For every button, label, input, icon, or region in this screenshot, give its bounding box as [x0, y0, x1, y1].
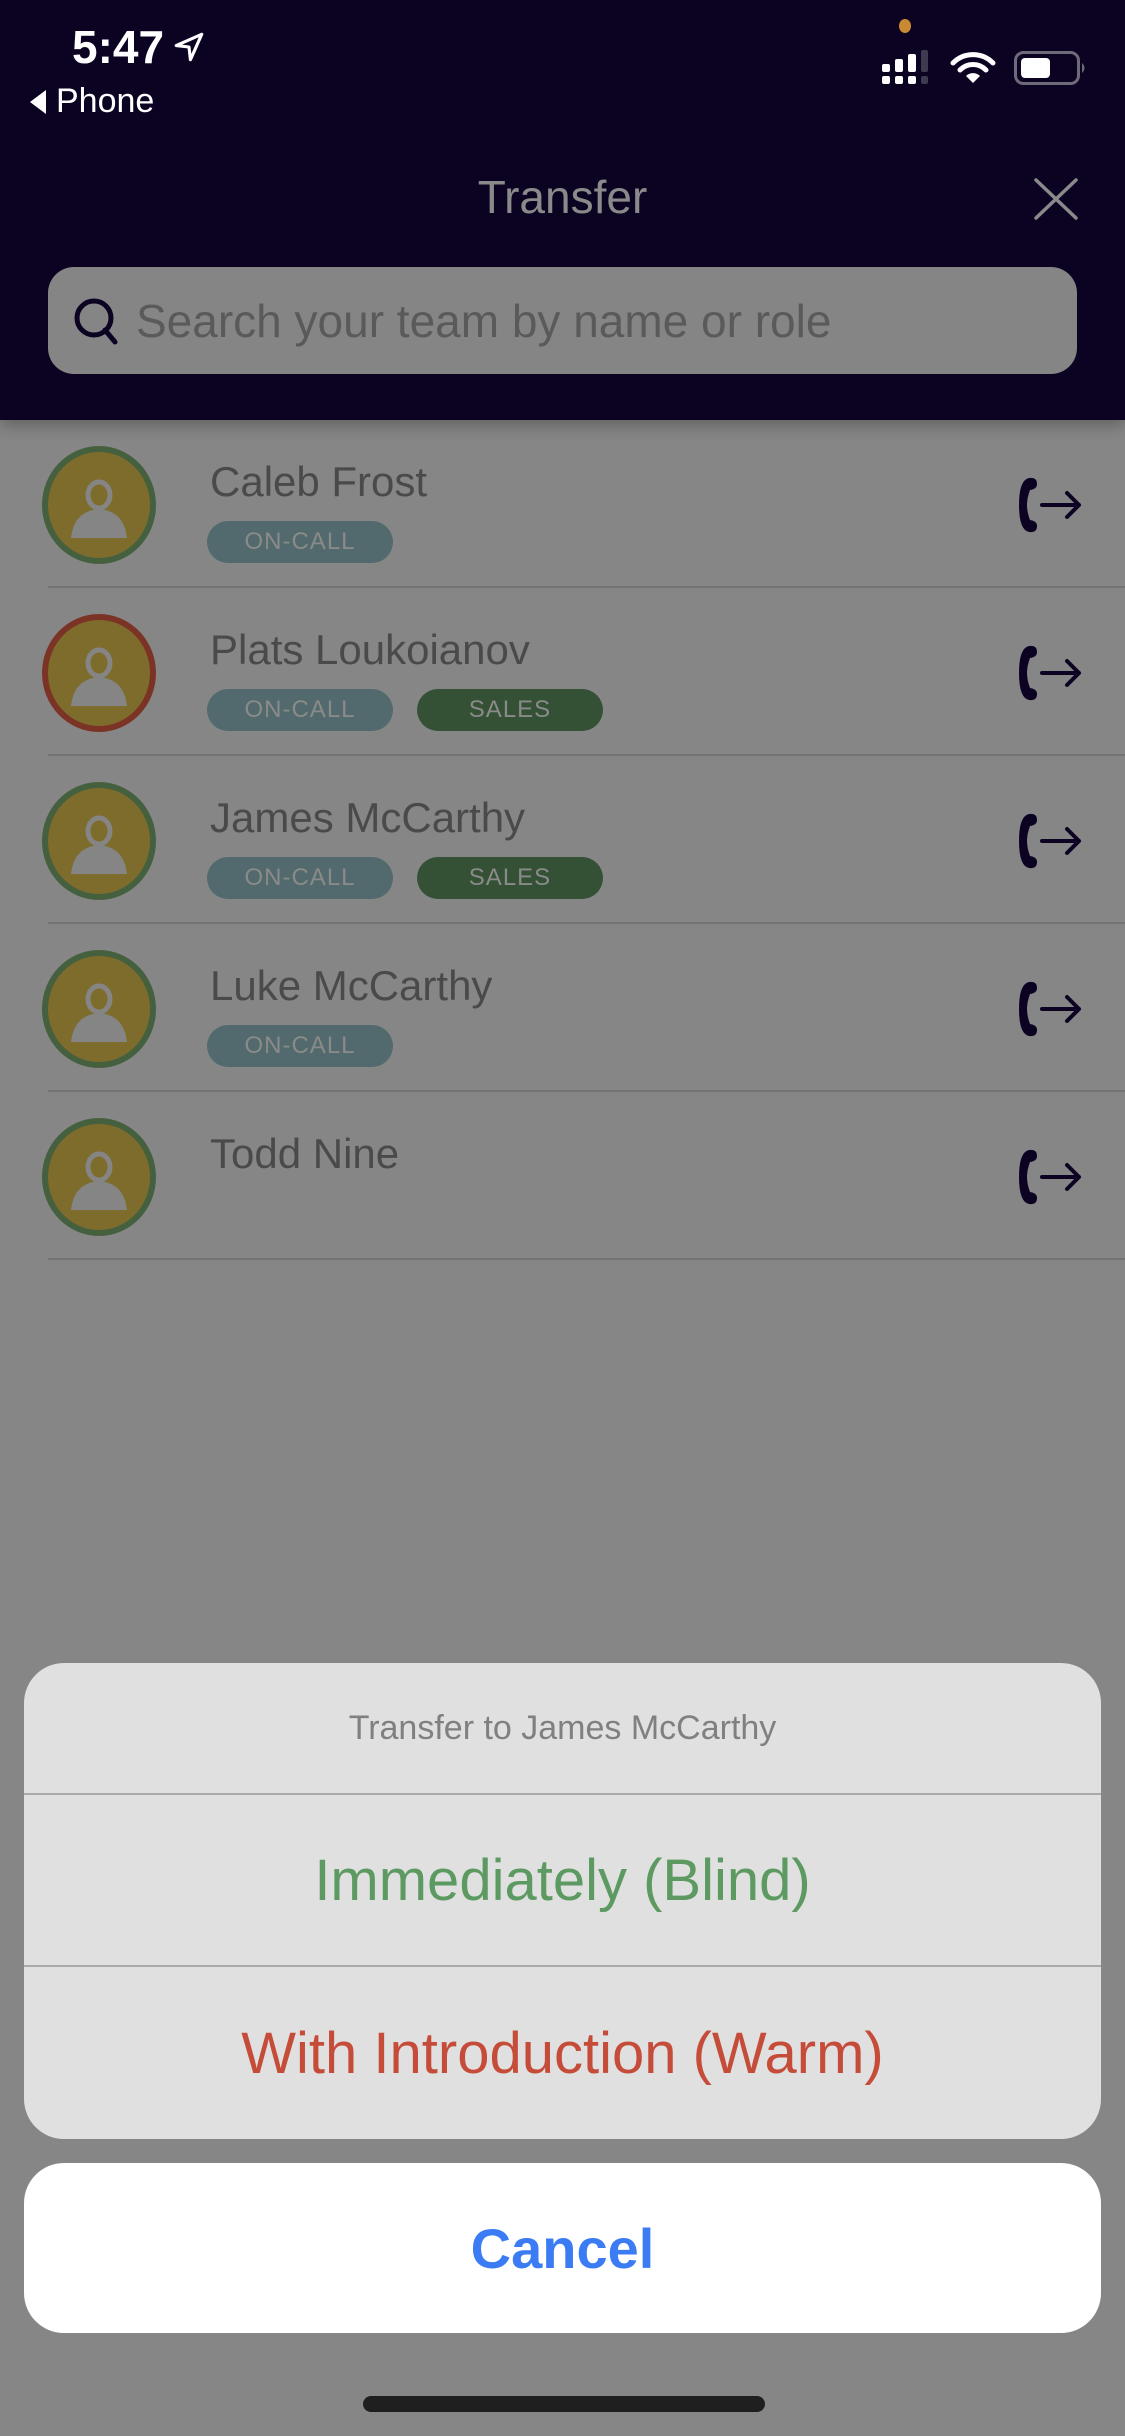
on-call-tag: ON-CALL: [207, 689, 393, 731]
phone-transfer-icon: [1019, 981, 1081, 1037]
transfer-call-button[interactable]: [1015, 470, 1085, 540]
team-member-row[interactable]: Luke McCarthy ON-CALL: [0, 924, 1125, 1092]
member-tags: ON-CALL SALES: [207, 689, 603, 731]
back-to-app-link[interactable]: Phone: [30, 82, 154, 121]
team-list: Caleb Frost ON-CALL Plats Loukoianov ON-…: [0, 420, 1125, 1260]
phone-transfer-icon: [1019, 813, 1081, 869]
battery-icon: [1014, 51, 1085, 85]
member-tags: ON-CALL: [207, 521, 393, 563]
header: 5:47 Phone Transfer: [0, 0, 1125, 420]
team-member-row[interactable]: James McCarthy ON-CALL SALES: [0, 756, 1125, 924]
transfer-call-button[interactable]: [1015, 974, 1085, 1044]
team-member-row[interactable]: Plats Loukoianov ON-CALL SALES: [0, 588, 1125, 756]
person-placeholder-icon: [71, 983, 127, 1042]
status-time: 5:47: [72, 20, 206, 74]
person-placeholder-icon: [71, 815, 127, 874]
team-member-row[interactable]: Todd Nine: [0, 1092, 1125, 1260]
page-title: Transfer: [477, 171, 648, 223]
phone-transfer-icon: [1019, 477, 1081, 533]
member-name: James McCarthy: [210, 794, 526, 841]
avatar-available: [42, 1118, 156, 1236]
action-sheet-title: Transfer to James McCarthy: [24, 1663, 1101, 1795]
member-name: Caleb Frost: [210, 458, 428, 505]
close-icon: [1034, 178, 1078, 220]
cellular-signal-icon: [882, 50, 928, 84]
member-name: Plats Loukoianov: [210, 626, 530, 673]
member-tags: ON-CALL SALES: [207, 857, 603, 899]
search-bar[interactable]: [48, 267, 1077, 374]
member-tags: ON-CALL: [207, 1025, 393, 1067]
cancel-button[interactable]: Cancel: [24, 2163, 1101, 2333]
avatar-available: [42, 950, 156, 1068]
privacy-indicator-dot: [899, 19, 911, 33]
phone-transfer-icon: [1019, 645, 1081, 701]
person-placeholder-icon: [71, 647, 127, 706]
transfer-call-button[interactable]: [1015, 638, 1085, 708]
on-call-tag: ON-CALL: [207, 857, 393, 899]
status-icons: [882, 50, 1088, 86]
member-name: Luke McCarthy: [210, 962, 493, 1009]
transfer-call-button[interactable]: [1015, 806, 1085, 876]
avatar-available: [42, 446, 156, 564]
home-indicator[interactable]: [363, 2396, 765, 2412]
on-call-tag: ON-CALL: [207, 521, 393, 563]
sales-tag: SALES: [417, 857, 603, 899]
person-placeholder-icon: [71, 1151, 127, 1210]
on-call-tag: ON-CALL: [207, 1025, 393, 1067]
back-app-label: Phone: [56, 82, 155, 120]
avatar-busy: [42, 614, 156, 732]
time-text: 5:47: [72, 21, 165, 73]
avatar-available: [42, 782, 156, 900]
blind-transfer-button[interactable]: Immediately (Blind): [24, 1795, 1101, 1967]
search-icon: [74, 298, 118, 344]
search-input[interactable]: [136, 293, 1056, 348]
person-placeholder-icon: [71, 479, 127, 538]
member-name: Todd Nine: [210, 1130, 400, 1177]
sales-tag: SALES: [417, 689, 603, 731]
transfer-call-button[interactable]: [1015, 1142, 1085, 1212]
warm-transfer-button[interactable]: With Introduction (Warm): [24, 1967, 1101, 2139]
location-arrow-icon: [174, 32, 204, 62]
transfer-action-sheet: Transfer to James McCarthy Immediately (…: [24, 1663, 1101, 2139]
back-triangle-icon: [30, 89, 46, 114]
phone-transfer-icon: [1019, 1149, 1081, 1205]
close-button[interactable]: [1030, 172, 1082, 224]
wifi-icon: [950, 52, 996, 83]
team-member-row[interactable]: Caleb Frost ON-CALL: [0, 420, 1125, 588]
